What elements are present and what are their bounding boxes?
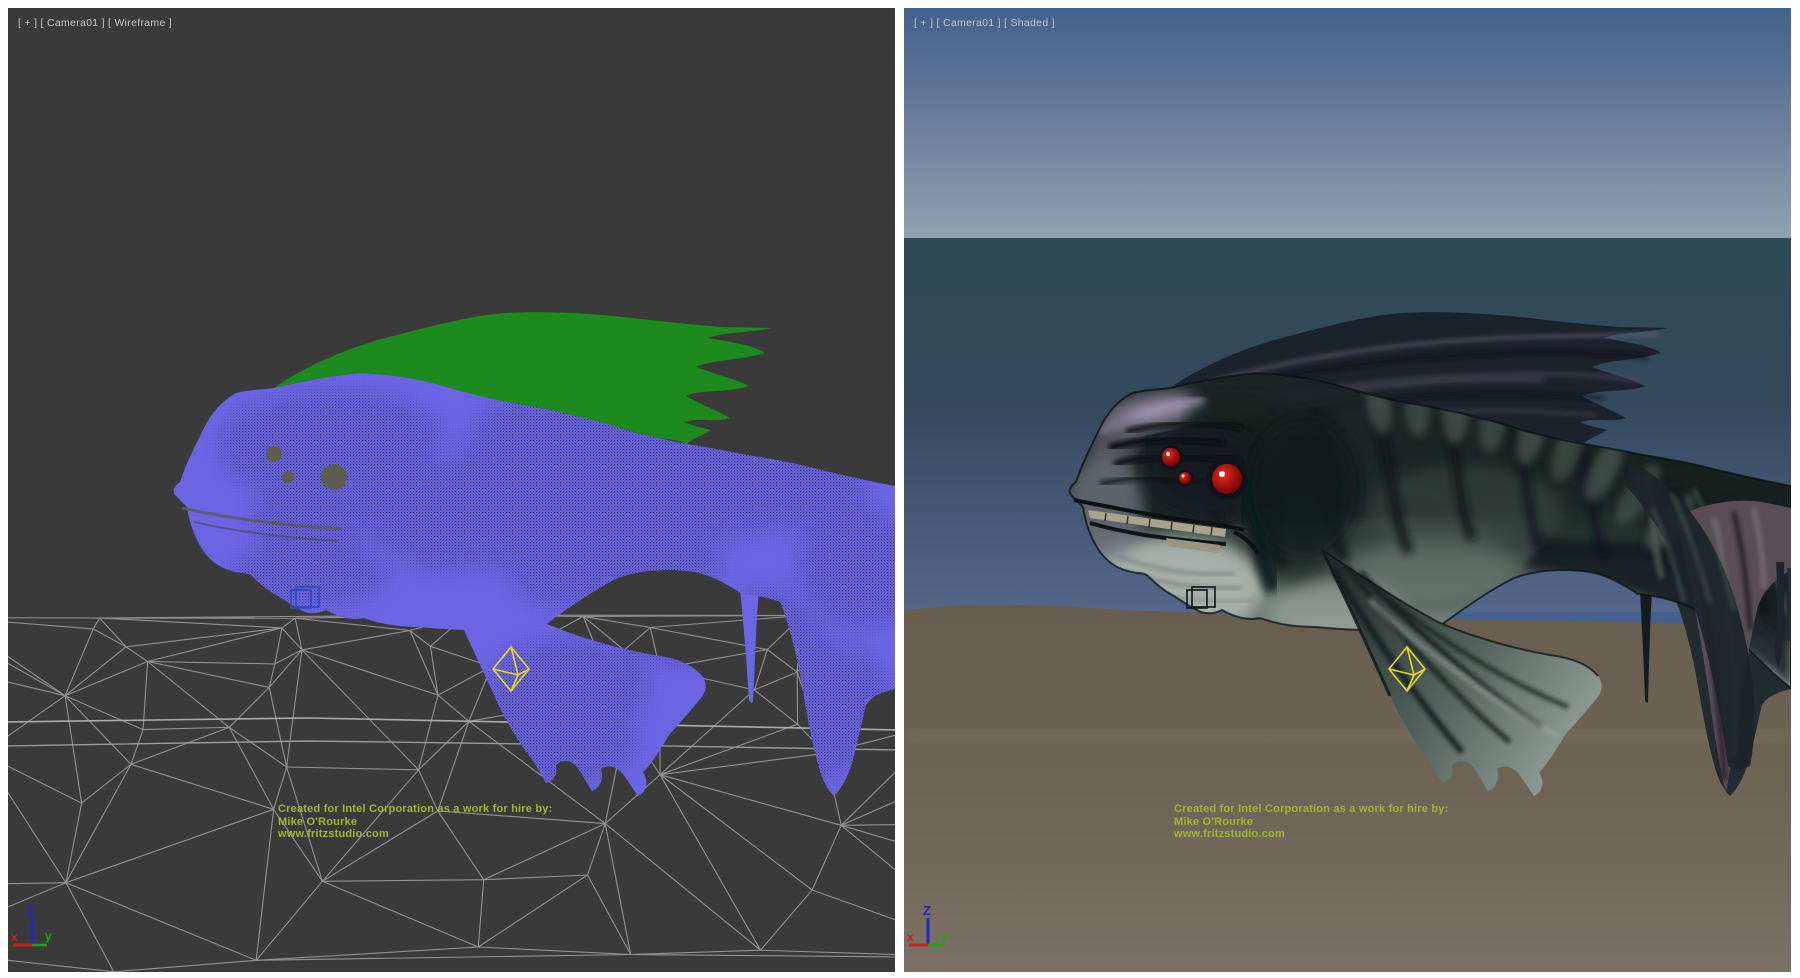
svg-text:Z: Z <box>27 903 35 918</box>
svg-text:y: y <box>45 929 52 943</box>
svg-text:x: x <box>11 930 18 944</box>
svg-text:x: x <box>907 930 914 944</box>
svg-text:Z: Z <box>923 903 931 918</box>
svg-text:y: y <box>941 929 948 943</box>
